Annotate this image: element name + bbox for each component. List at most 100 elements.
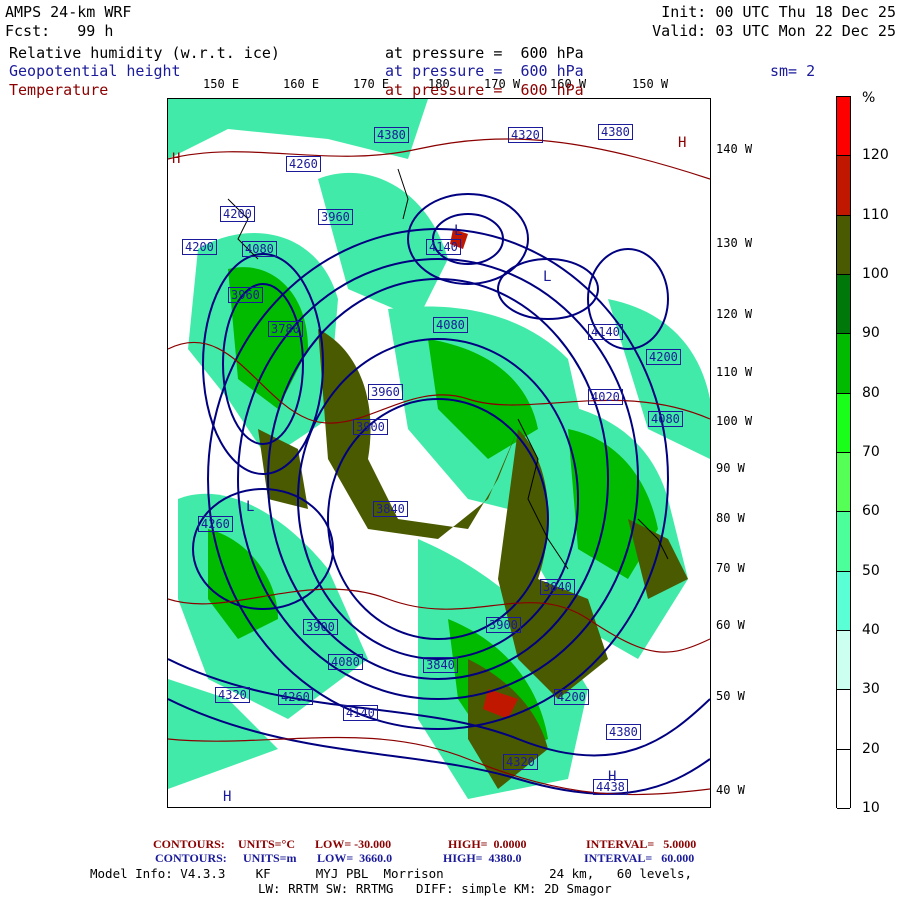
field-temp-level: at pressure = 600 hPa [385,81,584,99]
height-label: 4140 [588,324,623,340]
height-label: 3840 [540,579,575,595]
height-label: 4140 [343,705,378,721]
colorbar-label: 60 [862,503,880,520]
colorbar-label: 40 [862,621,880,638]
colorbar-label: 80 [862,384,880,401]
extrema-marker: H [172,151,181,167]
extrema-marker: H [223,789,232,805]
model-title: AMPS 24-km WRF [5,3,132,21]
height-contour-high: HIGH= 4380.0 [443,851,522,865]
lon-label-right: 70 W [716,561,745,575]
colorbar-label: 70 [862,443,880,460]
colorbar-label: 50 [862,562,880,579]
height-label: 3900 [353,419,388,435]
colorbar-label: 90 [862,325,880,342]
smoothing-label: sm= 2 [770,62,816,80]
height-label: 3840 [423,657,458,673]
height-label: 4200 [220,206,255,222]
height-label: 4380 [606,724,641,740]
colorbar-bin [837,393,850,453]
lon-label-right: 90 W [716,461,745,475]
extrema-marker: L [246,499,255,515]
height-label: 4200 [646,349,681,365]
lon-label-right: 40 W [716,783,745,797]
colorbar-label: 10 [862,799,880,816]
height-label: 3840 [373,501,408,517]
lon-label-top: 160 E [283,77,320,91]
lon-label-right: 100 W [716,414,753,428]
colorbar-bin [837,690,850,750]
height-label: 4200 [182,239,217,255]
field-rh-name: Relative humidity (w.r.t. ice) [9,44,280,62]
temp-contour-interval: INTERVAL= 5.0000 [586,837,697,851]
lon-label-right: 80 W [716,511,745,525]
height-label: 3900 [303,619,338,635]
colorbar-bin [837,215,850,275]
extrema-marker: H [678,135,687,151]
temp-contour-low: LOW= -30.000 [315,837,392,851]
height-label: 4080 [242,241,277,257]
colorbar-bin [837,156,850,216]
colorbar-bin [837,334,850,394]
height-label: 4020 [588,389,623,405]
lon-label-top: 150 W [632,77,669,91]
temp-contour-label: CONTOURS: [153,837,225,851]
height-label: 4380 [374,127,409,143]
lon-label-top: 150 E [203,77,240,91]
height-label: 3960 [228,287,263,303]
extrema-marker: L [454,223,463,239]
forecast-hour: Fcst: 99 h [5,22,114,40]
height-contour-interval: INTERVAL= 60.000 [584,851,695,865]
valid-time: Valid: 03 UTC Mon 22 Dec 25 [652,22,896,40]
height-label: 3900 [486,617,521,633]
physics-info: LW: RRTM SW: RRTMG DIFF: simple KM: 2D S… [258,881,612,896]
field-temp-name: Temperature [9,81,109,99]
model-info: Model Info: V4.3.3 KF MYJ PBL Morrison 2… [90,866,693,881]
height-label: 4080 [433,317,468,333]
init-time: Init: 00 UTC Thu 18 Dec 25 [661,3,896,21]
lon-label-right: 50 W [716,689,745,703]
extrema-marker: L [543,269,552,285]
colorbar-bin [837,630,850,691]
colorbar-unit: % [862,90,876,106]
colorbar-bin [837,274,850,335]
lon-label-right: 130 W [716,236,753,250]
height-label: 4380 [598,124,633,140]
temp-contour-units: UNITS=°C [238,837,295,851]
colorbar-bin [837,571,850,631]
colorbar-label: 110 [862,206,889,223]
temp-contour-high: HIGH= 0.0000 [448,837,527,851]
height-label: 4200 [554,689,589,705]
height-label: 4140 [426,239,461,255]
height-contour-low: LOW= 3660.0 [317,851,393,865]
height-contour-label: CONTOURS: [155,851,227,865]
height-label: 4320 [215,687,250,703]
map-plot: 4380 4320 4380 4260 4200 4200 4080 3960 … [167,98,711,808]
field-height-name: Geopotential height [9,62,181,80]
field-rh-level: at pressure = 600 hPa [385,44,584,62]
height-label: 4320 [503,754,538,770]
extrema-marker: H [608,769,617,785]
lon-label-top: 170 E [353,77,390,91]
colorbar [836,96,851,809]
height-label: 4320 [508,127,543,143]
height-label: 4260 [278,689,313,705]
height-label: 4260 [286,156,321,172]
height-contour-units: UNITS=m [243,851,297,865]
height-label: 3960 [368,384,403,400]
lon-label-right: 60 W [716,618,745,632]
height-label: 4260 [198,516,233,532]
colorbar-label: 100 [862,265,889,282]
colorbar-bin [837,452,850,513]
height-label: 3780 [268,321,303,337]
colorbar-label: 120 [862,147,889,164]
colorbar-bin [837,512,850,572]
height-label: 4080 [328,654,363,670]
colorbar-label: 30 [862,681,880,698]
lon-label-right: 140 W [716,142,753,156]
colorbar-bin [837,97,850,157]
lon-label-right: 110 W [716,365,753,379]
colorbar-bin [837,749,850,809]
height-label: 4080 [648,411,683,427]
lon-label-right: 120 W [716,307,753,321]
